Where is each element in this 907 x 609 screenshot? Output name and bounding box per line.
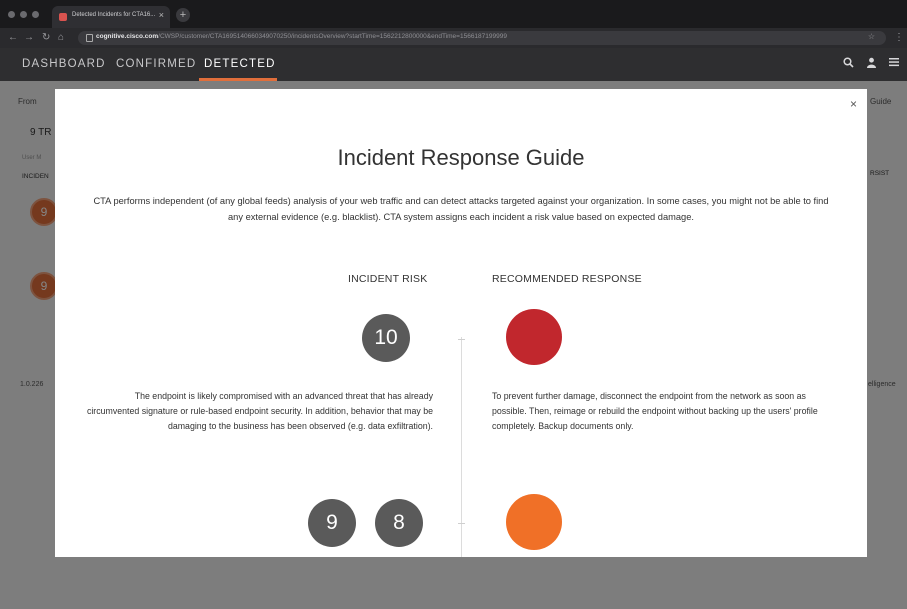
intro-text: CTA performs independent (of any global … (93, 196, 829, 222)
bookmark-star-icon[interactable]: ☆ (868, 32, 875, 41)
url-path: /CWSP/customer/CTA1695140660349070250/in… (158, 33, 507, 40)
timeline-tick (458, 339, 465, 340)
response-description: To prevent further damage, disconnect th… (492, 391, 818, 431)
forward-icon[interactable]: → (24, 32, 34, 43)
lock-icon (86, 34, 93, 42)
close-icon[interactable]: × (850, 97, 857, 111)
minimize-window-dot[interactable] (20, 11, 27, 18)
maximize-window-dot[interactable] (32, 11, 39, 18)
menu-icon[interactable] (889, 57, 899, 70)
user-icon[interactable] (866, 57, 877, 71)
tab-title: Detected Incidents for CTA16... (72, 12, 156, 18)
url-host: cognitive.cisco.com (96, 33, 159, 40)
tab-close-icon[interactable]: × (159, 10, 164, 20)
risk-score-badge: 9 (308, 499, 356, 547)
nav-dashboard[interactable]: DASHBOARD (22, 58, 106, 70)
modal-title: Incident Response Guide (337, 145, 585, 170)
browser-menu-icon[interactable]: ⋮ (894, 32, 904, 43)
browser-tab[interactable]: Detected Incidents for CTA16... × (52, 6, 170, 28)
url-input[interactable]: cognitive.cisco.com/CWSP/customer/CTA169… (78, 31, 886, 45)
home-icon[interactable]: ⌂ (58, 32, 64, 43)
incident-response-guide-modal: × Incident Response Guide CTA performs i… (55, 89, 867, 557)
new-tab-button[interactable]: + (176, 8, 190, 22)
app-header: DASHBOARD CONFIRMED DETECTED (0, 48, 907, 81)
back-icon[interactable]: ← (8, 32, 18, 43)
nav-detected[interactable]: DETECTED (204, 58, 276, 70)
timeline-tick (458, 523, 465, 524)
browser-tab-bar: Detected Incidents for CTA16... × + (0, 0, 907, 28)
address-bar-row: ← → ↻ ⌂ cognitive.cisco.com/CWSP/custome… (0, 28, 907, 48)
response-severity-indicator (506, 494, 562, 550)
search-icon[interactable] (843, 57, 854, 71)
incident-risk-header: INCIDENT RISK (348, 273, 428, 285)
risk-score-badge: 10 (362, 314, 410, 362)
recommended-response-header: RECOMMENDED RESPONSE (492, 273, 642, 285)
close-window-dot[interactable] (8, 11, 15, 18)
response-severity-indicator (506, 309, 562, 365)
favicon-icon (59, 13, 67, 21)
risk-score-badge: 8 (375, 499, 423, 547)
url-text: cognitive.cisco.com/CWSP/customer/CTA169… (96, 33, 507, 40)
timeline-line (461, 337, 462, 557)
risk-description: The endpoint is likely compromised with … (86, 391, 433, 431)
window-controls[interactable] (8, 11, 39, 18)
nav-confirmed[interactable]: CONFIRMED (116, 58, 196, 70)
reload-icon[interactable]: ↻ (42, 32, 50, 43)
